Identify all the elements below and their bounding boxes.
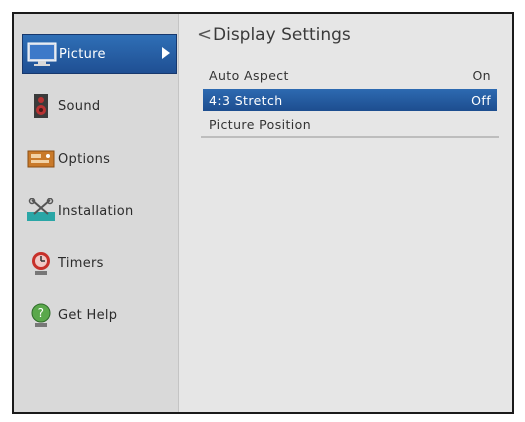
setting-label: 4:3 Stretch	[209, 92, 283, 108]
sidebar-item-sound[interactable]: Sound	[22, 86, 177, 126]
sidebar-item-label: Sound	[58, 98, 101, 114]
tv-menu-frame: Picture Sound Options Installation Timer…	[12, 12, 514, 414]
options-icon	[26, 146, 56, 172]
setting-label: Auto Aspect	[209, 67, 289, 83]
sidebar-item-label: Options	[58, 151, 111, 167]
sidebar-item-installation[interactable]: Installation	[22, 191, 177, 231]
speaker-icon	[26, 93, 56, 119]
setting-value: Off	[471, 92, 491, 108]
sidebar-item-picture[interactable]: Picture	[22, 34, 177, 74]
setting-label: Picture Position	[209, 116, 312, 132]
help-icon: ?	[26, 302, 56, 328]
sidebar-item-label: Picture	[59, 46, 106, 62]
main-panel: < Display Settings Auto Aspect On 4:3 St…	[179, 14, 512, 412]
chevron-right-icon	[162, 47, 170, 59]
sidebar-item-label: Timers	[58, 255, 104, 271]
sidebar: Picture Sound Options Installation Timer…	[14, 14, 179, 412]
setting-row-picture-position[interactable]: Picture Position	[203, 113, 497, 135]
setting-row-4-3-stretch[interactable]: 4:3 Stretch Off	[203, 89, 497, 111]
sidebar-item-label: Installation	[58, 203, 134, 219]
setting-value: On	[472, 67, 491, 83]
svg-text:?: ?	[38, 306, 45, 320]
tv-icon	[27, 41, 57, 67]
sidebar-item-timers[interactable]: Timers	[22, 243, 177, 283]
sidebar-item-get-help[interactable]: ? Get Help	[22, 295, 177, 335]
divider	[201, 136, 499, 138]
sidebar-item-options[interactable]: Options	[22, 139, 177, 179]
timer-icon	[26, 250, 56, 276]
back-chevron-icon[interactable]: <	[197, 24, 212, 45]
tools-icon	[26, 197, 56, 224]
page-title: Display Settings	[213, 24, 351, 45]
setting-row-auto-aspect[interactable]: Auto Aspect On	[203, 64, 497, 86]
sidebar-item-label: Get Help	[58, 307, 118, 323]
page-title-bar: < Display Settings	[197, 24, 351, 45]
